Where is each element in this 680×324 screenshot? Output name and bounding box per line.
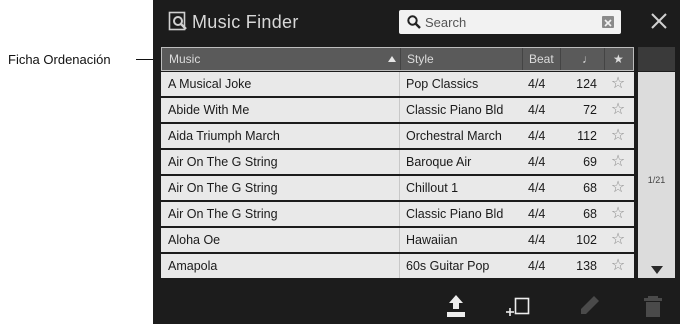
music-finder-icon (168, 11, 187, 31)
load-icon[interactable] (443, 293, 469, 319)
cell-music: Air On The G String (168, 155, 278, 169)
page-indicator: 1/21 (647, 175, 666, 185)
close-icon[interactable] (649, 11, 669, 31)
cell-style: Orchestral March (406, 129, 502, 143)
table-row[interactable]: Aloha Oe Hawaiian 4/4 102 ☆ (161, 228, 634, 252)
cell-style: Baroque Air (406, 155, 472, 169)
cell-music: Amapola (168, 259, 218, 273)
cell-music: Aloha Oe (168, 233, 221, 247)
favorite-star-icon[interactable]: ☆ (606, 72, 630, 96)
cell-music: Aida Triumph March (168, 129, 280, 143)
favorite-star-icon[interactable]: ☆ (606, 228, 630, 252)
header-beat[interactable]: Beat (529, 48, 554, 70)
cell-music: Air On The G String (168, 181, 278, 195)
search-icon (407, 15, 421, 29)
cell-tempo: 68 (583, 207, 597, 221)
header-tempo[interactable]: ♩ (582, 48, 594, 70)
cell-tempo: 68 (583, 181, 597, 195)
table-row[interactable]: Abide With Me Classic Piano Bld 4/4 72 ☆ (161, 98, 634, 122)
favorite-star-icon[interactable]: ☆ (606, 150, 630, 174)
favorite-star-icon[interactable]: ☆ (606, 254, 630, 278)
search-box[interactable] (399, 10, 621, 34)
page-title: Music Finder (192, 12, 299, 32)
callout-label: Ficha Ordenación (8, 52, 111, 67)
clear-icon[interactable] (602, 16, 614, 28)
cell-music: Abide With Me (168, 103, 250, 117)
title-bar: Music Finder (153, 0, 680, 44)
cell-beat: 4/4 (528, 129, 546, 143)
header-style[interactable]: Style (407, 48, 434, 70)
cell-beat: 4/4 (528, 207, 546, 221)
favorite-star-icon[interactable]: ☆ (606, 98, 630, 122)
search-input[interactable] (425, 11, 585, 33)
cell-style: Chillout 1 (406, 181, 459, 195)
add-new-icon[interactable] (505, 293, 531, 319)
song-list: A Musical Joke Pop Classics 4/4 124 ☆ Ab… (161, 72, 634, 280)
cell-style: Hawaiian (406, 233, 458, 247)
cell-music: Air On The G String (168, 207, 278, 221)
table-row[interactable]: Amapola 60s Guitar Pop 4/4 138 ☆ (161, 254, 634, 278)
table-header: Music Style Beat ♩ ★ (161, 47, 634, 71)
sort-up-arrow-icon (388, 56, 396, 62)
scroll-down-arrow-icon[interactable] (651, 266, 663, 274)
cell-style: Classic Piano Bld (406, 103, 504, 117)
table-row[interactable]: Air On The G String Baroque Air 4/4 69 ☆ (161, 150, 634, 174)
scrollbar[interactable]: 1/21 (638, 72, 675, 278)
cell-beat: 4/4 (528, 181, 546, 195)
cell-tempo: 138 (576, 259, 597, 273)
cell-tempo: 112 (577, 129, 597, 143)
music-finder-screen: Music Finder Music Style Beat (153, 0, 680, 324)
cell-beat: 4/4 (528, 259, 546, 273)
table-row[interactable]: Air On The G String Chillout 1 4/4 68 ☆ (161, 176, 634, 200)
cell-tempo: 102 (576, 233, 597, 247)
cell-style: Classic Piano Bld (406, 207, 504, 221)
favorite-star-icon[interactable]: ☆ (606, 176, 630, 200)
cell-beat: 4/4 (528, 77, 546, 91)
header-music[interactable]: Music (169, 48, 200, 70)
table-row[interactable]: Aida Triumph March Orchestral March 4/4 … (161, 124, 634, 148)
cell-style: 60s Guitar Pop (406, 259, 490, 273)
cell-tempo: 72 (583, 103, 597, 117)
cell-beat: 4/4 (528, 103, 546, 117)
cell-beat: 4/4 (528, 233, 546, 247)
edit-icon[interactable] (576, 293, 602, 319)
bottom-toolbar (153, 284, 680, 324)
table-row[interactable]: Air On The G String Classic Piano Bld 4/… (161, 202, 634, 226)
table-row[interactable]: A Musical Joke Pop Classics 4/4 124 ☆ (161, 72, 634, 96)
cell-style: Pop Classics (406, 77, 479, 91)
header-favorite[interactable]: ★ (613, 48, 624, 70)
cell-music: A Musical Joke (168, 77, 252, 91)
scroll-top-area (638, 47, 675, 71)
cell-tempo: 124 (576, 77, 597, 91)
cell-tempo: 69 (583, 155, 597, 169)
delete-icon[interactable] (640, 293, 666, 319)
favorite-star-icon[interactable]: ☆ (606, 202, 630, 226)
favorite-star-icon[interactable]: ☆ (606, 124, 630, 148)
cell-beat: 4/4 (528, 155, 546, 169)
